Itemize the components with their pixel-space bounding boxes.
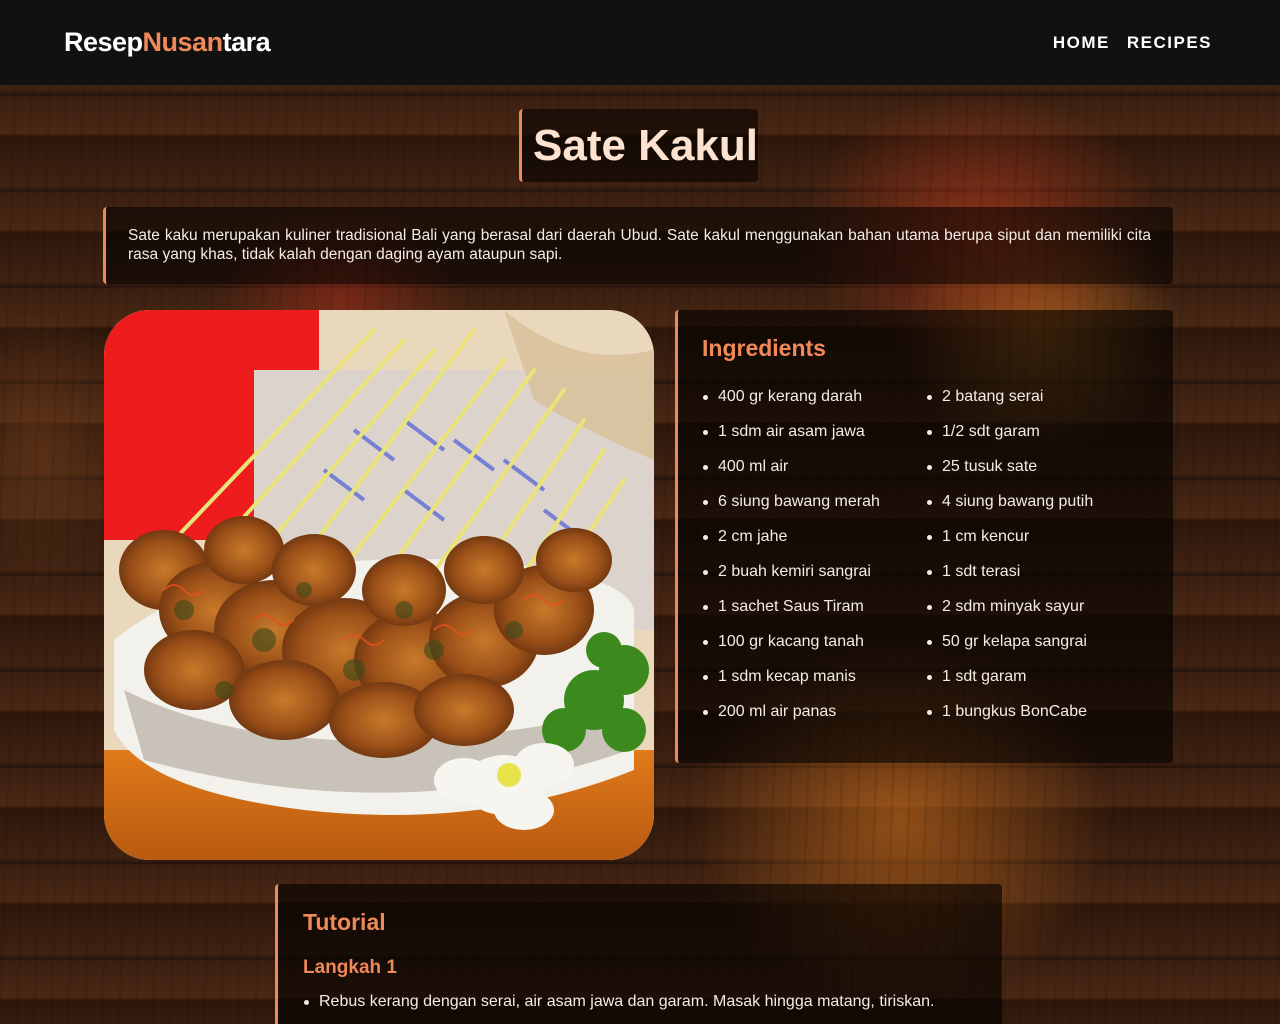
- ingredient-item: 1 sdt terasi: [926, 563, 1150, 598]
- brand-text-3: tara: [222, 27, 271, 57]
- ingredients-list: 400 gr kerang darah 1 sdm air asam jawa …: [702, 388, 1149, 738]
- ingredient-item: 1/2 sdt garam: [926, 423, 1150, 458]
- brand-text-accent: Nusan: [142, 27, 224, 57]
- recipe-photo: [104, 310, 654, 860]
- recipe-description: Sate kaku merupakan kuliner tradisional …: [128, 227, 1151, 263]
- ingredients-heading: Ingredients: [702, 335, 826, 361]
- ingredient-item: 400 gr kerang darah: [702, 388, 926, 423]
- ingredient-item: 4 siung bawang putih: [926, 493, 1150, 528]
- step-item: Rebus kerang dengan serai, air asam jawa…: [303, 993, 978, 1011]
- step-title: Langkah 1: [303, 957, 397, 978]
- ingredient-item: 400 ml air: [702, 458, 926, 493]
- ingredient-item: 2 cm jahe: [702, 528, 926, 563]
- ingredient-item: 1 sdm air asam jawa: [702, 423, 926, 458]
- ingredients-panel: Ingredients 400 gr kerang darah 1 sdm ai…: [675, 310, 1173, 763]
- ingredient-item: 2 sdm minyak sayur: [926, 598, 1150, 633]
- nav-link-recipes[interactable]: RECIPES: [1127, 33, 1212, 53]
- brand-logo[interactable]: ResepNusantara: [64, 27, 271, 58]
- sate-photo-illustration: [104, 310, 654, 860]
- navbar: ResepNusantara HOME RECIPES: [0, 0, 1280, 85]
- ingredient-item: 1 sdt garam: [926, 668, 1150, 703]
- ingredient-item: 50 gr kelapa sangrai: [926, 633, 1150, 668]
- step-list: Rebus kerang dengan serai, air asam jawa…: [303, 993, 978, 1011]
- ingredient-item: 6 siung bawang merah: [702, 493, 926, 528]
- recipe-title-box: Sate Kakul: [519, 109, 758, 182]
- nav-link-home[interactable]: HOME: [1053, 33, 1110, 53]
- ingredient-item: 2 buah kemiri sangrai: [702, 563, 926, 598]
- tutorial-panel: Tutorial Langkah 1 Rebus kerang dengan s…: [275, 884, 1002, 1024]
- ingredient-item: 1 sachet Saus Tiram: [702, 598, 926, 633]
- ingredient-item: 1 cm kencur: [926, 528, 1150, 563]
- recipe-description-box: Sate kaku merupakan kuliner tradisional …: [103, 207, 1173, 284]
- ingredient-item: 200 ml air panas: [702, 703, 926, 738]
- ingredient-item: 25 tusuk sate: [926, 458, 1150, 493]
- ingredient-item: 2 batang serai: [926, 388, 1150, 423]
- ingredient-item: 1 sdm kecap manis: [702, 668, 926, 703]
- brand-text-1: Resep: [64, 27, 143, 57]
- recipe-title: Sate Kakul: [533, 120, 758, 170]
- ingredient-item: 100 gr kacang tanah: [702, 633, 926, 668]
- ingredient-item: 1 bungkus BonCabe: [926, 703, 1150, 738]
- tutorial-heading: Tutorial: [303, 909, 386, 935]
- nav-links: HOME RECIPES: [1053, 33, 1212, 53]
